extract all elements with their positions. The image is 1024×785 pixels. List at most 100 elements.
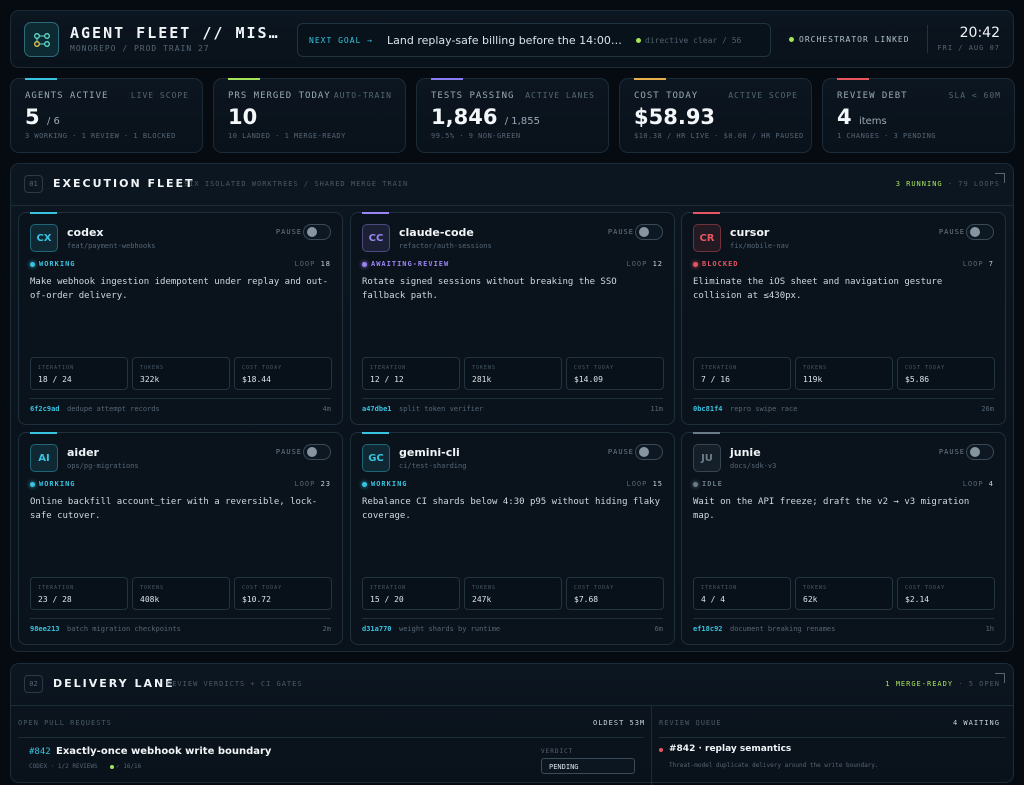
pause-toggle[interactable] [303,444,331,460]
divider [693,398,994,399]
loop-count: · 79 LOOPS [947,180,1000,188]
agent-loop: LOOP 18 [294,260,331,268]
pr-checks: ✓ 16/16 [110,763,141,770]
stat-value: 10 [228,105,257,129]
commit-hash[interactable]: ef18c92 [693,625,723,633]
next-goal-text: Land replay-safe billing before the 14:0… [387,34,622,47]
directive-status: directive clear / 56 [636,36,741,45]
execution-fleet-panel: 01 EXECUTION FLEET SIX ISOLATED WORKTREE… [10,163,1014,652]
pause-toggle[interactable] [635,444,663,460]
verdict-value: PENDING [549,763,579,771]
metric-value: $7.68 [574,595,599,604]
metric-tokens: TOKENS 247k [464,577,562,610]
metric-iteration: ITERATION 15 / 20 [362,577,460,610]
stat-label: AGENTS ACTIVE [25,91,109,101]
loop-value: 23 [320,480,331,488]
metric-label: COST TODAY [242,365,283,371]
pause-label: PAUSE [607,228,634,236]
metric-cost: COST TODAY $14.09 [566,357,664,390]
loop-label: LOOP [294,260,316,268]
agent-card-aider[interactable]: AI aider ops/pg-migrations PAUSE WORKING… [18,432,343,645]
pause-label: PAUSE [275,228,302,236]
divider [659,737,1006,738]
stat-value: 1,846 / 1,855 [431,105,540,129]
expand-icon[interactable] [995,173,1005,183]
commit-hash[interactable]: d31a770 [362,625,392,633]
commit-hash[interactable]: 98ee213 [30,625,60,633]
pause-toggle[interactable] [635,224,663,240]
stat-sub: 3 WORKING · 1 REVIEW · 1 BLOCKED [25,132,176,140]
agent-name: codex [67,226,104,239]
pause-toggle[interactable] [966,444,994,460]
agent-card-cursor[interactable]: CR cursor fix/mobile-nav PAUSE BLOCKED L… [681,212,1006,425]
metric-label: ITERATION [38,585,75,591]
agent-status: BLOCKED [693,260,739,268]
metric-value: 4 / 4 [701,595,726,604]
pause-toggle[interactable] [303,224,331,240]
agent-card-claude-code[interactable]: CC claude-code refactor/auth-sessions PA… [350,212,675,425]
commit-hash[interactable]: 6f2c9ad [30,405,60,413]
stat-value-number: 4 [837,105,852,129]
metric-label: TOKENS [140,365,165,371]
metric-label: TOKENS [803,365,828,371]
metric-label: ITERATION [370,585,407,591]
status-dot-icon [362,261,367,267]
pause-toggle[interactable] [966,224,994,240]
metric-tokens: TOKENS 408k [132,577,230,610]
agent-loop: LOOP 23 [294,480,331,488]
agent-card-junie[interactable]: JU junie docs/sdk-v3 PAUSE IDLE LOOP 4 W… [681,432,1006,645]
metric-value: 7 / 16 [701,375,730,384]
expand-icon[interactable] [995,673,1005,683]
agent-accent [362,432,389,434]
open-count: · 5 OPEN [958,680,1000,688]
commit-hash[interactable]: 0bc81f4 [693,405,723,413]
queue-item-title[interactable]: #842 · replay semantics [669,744,791,754]
metric-label: COST TODAY [574,365,615,371]
divider [30,618,331,619]
merge-ready-count: 1 MERGE-READY [885,680,954,688]
priority-dot-icon [659,748,663,752]
stat-value-number: 1,846 [431,105,498,129]
commit-age: 2m [322,625,331,633]
orchestrator-dot-icon [789,37,794,42]
agent-branch: feat/payment-webhooks [67,242,156,250]
stat-value-number: 10 [228,105,258,129]
metric-value: 18 / 24 [38,375,72,384]
metric-value: 62k [803,595,818,604]
next-goal-bar[interactable]: NEXT GOAL → Land replay-safe billing bef… [297,23,771,57]
pr-checks-text: ✓ 16/16 [116,763,142,770]
section-subtitle: REVIEW VERDICTS + CI GATES [167,680,303,688]
stat-value-suffix: items [858,116,887,127]
agent-name: claude-code [399,226,474,239]
metric-tokens: TOKENS 322k [132,357,230,390]
pr-meta: CODEX · 1/2 REVIEWS [29,763,98,770]
pr-number[interactable]: #842 [29,747,51,757]
pr-row[interactable]: #842 Exactly-once webhook write boundary… [18,738,644,778]
agent-accent [693,432,720,434]
commit-hash[interactable]: a47dbe1 [362,405,392,413]
agent-card-codex[interactable]: CX codex feat/payment-webhooks PAUSE WOR… [18,212,343,425]
stat-value: 5 / 6 [25,105,60,129]
metric-tokens: TOKENS 62k [795,577,893,610]
commit-age: 11m [650,405,663,413]
commit-message: batch migration checkpoints [67,625,181,633]
agent-accent [30,432,57,434]
commit-message: repro swipe race [730,405,798,413]
clock-time: 20:42 [959,25,1000,41]
agent-branch: ops/pg-migrations [67,462,139,470]
app-subtitle: MONOREPO / PROD TRAIN 27 [70,44,210,53]
verdict-select[interactable]: PENDING [541,758,635,774]
stat-value-number: $58.93 [634,105,716,129]
agent-status-text: BLOCKED [702,260,739,268]
stat-scope: ACTIVE SCOPE [728,91,798,100]
metric-cost: COST TODAY $5.86 [897,357,995,390]
agent-card-gemini-cli[interactable]: GC gemini-cli ci/test-sharding PAUSE WOR… [350,432,675,645]
commit-age: 4m [322,405,331,413]
agent-name: aider [67,446,99,459]
agent-status-text: WORKING [371,480,408,488]
directive-count: 56 [731,36,742,45]
divider [693,618,994,619]
agent-name: cursor [730,226,770,239]
pr-title[interactable]: Exactly-once webhook write boundary [56,746,271,757]
loop-label: LOOP [626,480,648,488]
